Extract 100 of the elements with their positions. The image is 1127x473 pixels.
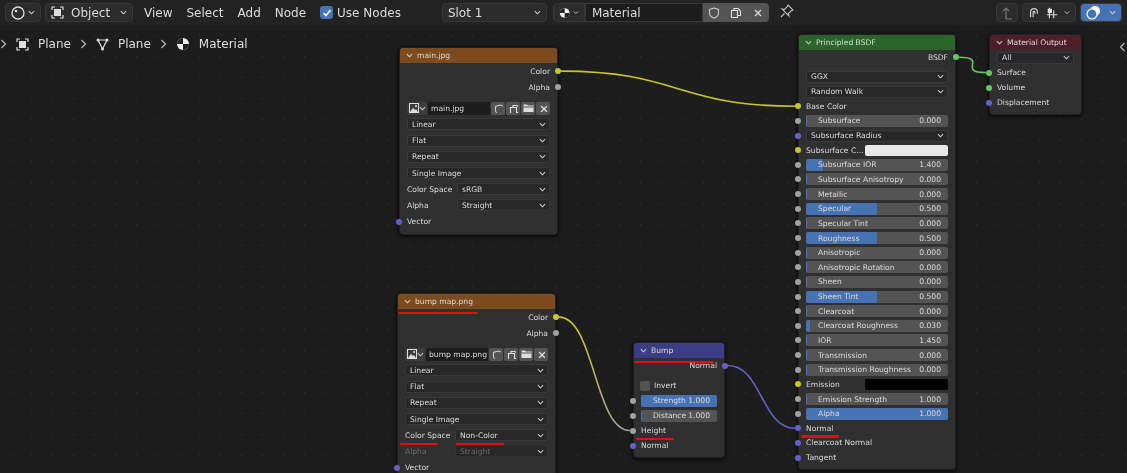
socket-dot[interactable] (795, 264, 801, 271)
color-swatch[interactable] (865, 378, 948, 390)
socket-dot[interactable] (795, 103, 801, 110)
sidebar-toggle-icon[interactable] (1119, 42, 1126, 52)
socket-dot[interactable] (795, 396, 801, 403)
chevron-icon (537, 366, 544, 374)
object-icon (51, 6, 64, 19)
socket-dot[interactable] (795, 278, 801, 285)
magnet-icon (1028, 5, 1040, 20)
socket-dot[interactable] (795, 176, 801, 183)
chevron-icon (996, 39, 1003, 46)
chevron-right-icon (79, 39, 87, 49)
slot-dropdown[interactable]: Slot 1 (441, 3, 547, 22)
color-swatch[interactable] (865, 144, 948, 156)
copy-icon (506, 349, 516, 359)
duplicate-button[interactable] (504, 347, 518, 361)
material-browse-button[interactable] (552, 3, 585, 22)
unlink-button[interactable] (534, 347, 548, 361)
socket-dot[interactable] (394, 464, 400, 471)
socket-dot[interactable] (795, 322, 801, 329)
socket-dot[interactable] (795, 454, 801, 461)
socket-dot[interactable] (795, 205, 801, 212)
shield-icon (493, 103, 503, 113)
copy-icon (508, 103, 518, 113)
close-icon (537, 350, 545, 359)
socket-dot[interactable] (630, 397, 636, 404)
snap-grid-icon (1046, 5, 1058, 20)
socket-dot[interactable] (795, 117, 801, 124)
socket-dot[interactable] (953, 54, 959, 61)
fake-user-button[interactable] (491, 101, 505, 115)
socket-dot[interactable] (396, 218, 402, 225)
material-name-field[interactable]: Material (584, 3, 703, 22)
menu-item[interactable]: Add (230, 3, 268, 22)
socket-dot[interactable] (795, 191, 801, 198)
object-icon (16, 37, 29, 51)
socket-dot[interactable] (795, 439, 801, 446)
socket-dot[interactable] (630, 427, 636, 434)
fake-user-button[interactable] (702, 3, 725, 22)
material-icon (558, 5, 571, 20)
snap-button[interactable] (1022, 3, 1076, 22)
socket-dot[interactable] (722, 362, 728, 369)
socket-dot[interactable] (795, 147, 801, 154)
checkbox[interactable] (320, 6, 334, 19)
parent-button[interactable] (996, 3, 1018, 22)
duplicate-button[interactable] (506, 101, 520, 115)
socket-dot[interactable] (795, 220, 801, 227)
socket-dot[interactable] (795, 249, 801, 256)
breadcrumb-item[interactable]: Plane (117, 37, 151, 51)
socket-dot[interactable] (795, 381, 801, 388)
socket-dot[interactable] (795, 352, 801, 359)
pin-icon (779, 4, 794, 18)
open-button[interactable] (519, 347, 533, 361)
parent-arrow-icon (1001, 5, 1013, 20)
chevron-icon (539, 120, 546, 128)
chevron-icon (28, 9, 35, 16)
node-link (958, 56, 987, 74)
socket-dot[interactable] (795, 132, 801, 139)
node-card[interactable] (798, 34, 956, 470)
socket-dot[interactable] (795, 366, 801, 373)
shield-icon (491, 349, 501, 359)
breadcrumb-item[interactable]: Plane (38, 37, 71, 51)
socket-dot[interactable] (795, 410, 801, 417)
menu-item[interactable]: View (137, 3, 180, 22)
socket-dot[interactable] (630, 412, 636, 419)
chevron-icon (418, 104, 426, 112)
socket-dot[interactable] (986, 99, 992, 106)
overlays-button[interactable] (1080, 3, 1122, 22)
socket-dot[interactable] (553, 314, 559, 321)
mode-label: Object (70, 5, 112, 20)
socket-dot[interactable] (555, 84, 561, 91)
editor-type-button[interactable] (5, 3, 41, 22)
mode-dropdown[interactable]: Object (45, 3, 133, 22)
socket-dot[interactable] (986, 69, 992, 76)
image-browse-button[interactable] (407, 101, 427, 115)
chevron-icon (533, 9, 541, 16)
menu-item[interactable]: Select (179, 3, 231, 22)
chevron-icon (805, 39, 812, 46)
material-icon (175, 37, 190, 51)
slot-label: Slot 1 (447, 5, 483, 20)
image-icon (408, 103, 419, 114)
socket-dot[interactable] (795, 337, 801, 344)
socket-dot[interactable] (555, 68, 561, 75)
menu-item[interactable]: Node (267, 3, 314, 22)
socket-dot[interactable] (795, 161, 801, 168)
unlink-button[interactable] (536, 101, 550, 115)
socket-dot[interactable] (795, 293, 801, 300)
chevron-icon (937, 132, 944, 139)
socket-dot[interactable] (795, 235, 801, 241)
image-browse-button[interactable] (405, 347, 425, 361)
open-button[interactable] (521, 101, 535, 115)
socket-dot[interactable] (630, 442, 636, 449)
chevron-icon (640, 347, 647, 354)
unlink-button[interactable] (746, 3, 769, 22)
socket-dot[interactable] (986, 84, 992, 91)
checkbox[interactable] (640, 380, 650, 391)
socket-dot[interactable] (795, 308, 801, 315)
socket-dot[interactable] (553, 330, 559, 337)
fake-user-button[interactable] (489, 347, 503, 361)
socket-dot[interactable] (795, 425, 801, 432)
breadcrumb-item[interactable]: Material (198, 37, 248, 51)
